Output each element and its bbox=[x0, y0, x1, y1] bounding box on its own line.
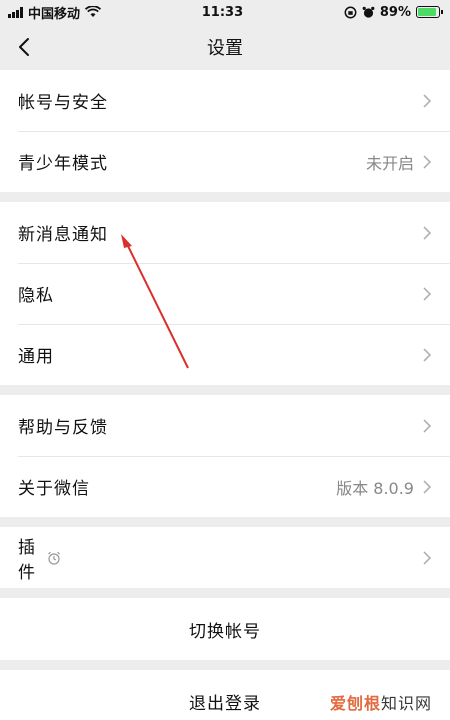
battery-fill bbox=[418, 8, 436, 16]
row-label: 帮助与反馈 bbox=[18, 418, 108, 438]
watermark-rest: 知识网 bbox=[380, 694, 432, 713]
row-account-security[interactable]: 帐号与安全 bbox=[0, 70, 450, 131]
row-notifications[interactable]: 新消息通知 bbox=[0, 202, 450, 263]
status-bar: 中国移动 11:33 89% bbox=[0, 0, 450, 24]
account-group: 帐号与安全 青少年模式 未开启 bbox=[0, 70, 450, 192]
row-label: 通用 bbox=[18, 347, 54, 367]
about-group: 帮助与反馈 关于微信 版本 8.0.9 bbox=[0, 395, 450, 517]
row-label: 插件 bbox=[18, 537, 36, 583]
back-icon[interactable] bbox=[14, 34, 36, 60]
row-label: 新消息通知 bbox=[18, 225, 108, 245]
rotation-lock-icon bbox=[344, 6, 357, 18]
page-title: 设置 bbox=[207, 38, 243, 59]
version-label: 版本 8.0.9 bbox=[336, 478, 414, 498]
row-privacy[interactable]: 隐私 bbox=[0, 263, 450, 324]
battery-percent: 89% bbox=[379, 4, 411, 20]
row-general[interactable]: 通用 bbox=[0, 324, 450, 385]
chevron-right-icon bbox=[423, 225, 432, 240]
row-teen-mode[interactable]: 青少年模式 未开启 bbox=[0, 131, 450, 192]
settings-screen: 中国移动 11:33 89% 设置 帐号与安全 青少年模式 未开启 新消息通知 … bbox=[0, 0, 450, 720]
row-label: 关于微信 bbox=[18, 479, 90, 499]
chevron-right-icon bbox=[423, 286, 432, 301]
row-about-wechat[interactable]: 关于微信 版本 8.0.9 bbox=[0, 456, 450, 517]
watermark-logo: 爱刨根知识网 bbox=[330, 690, 432, 714]
nav-bar: 设置 bbox=[0, 24, 450, 70]
status-right: 89% bbox=[344, 4, 443, 20]
row-label: 隐私 bbox=[18, 286, 54, 306]
watermark-brand: 爱刨根 bbox=[329, 694, 381, 713]
chevron-right-icon bbox=[423, 550, 432, 565]
chevron-right-icon bbox=[423, 479, 432, 494]
general-group: 新消息通知 隐私 通用 bbox=[0, 202, 450, 385]
plugins-group: 插件 bbox=[0, 527, 450, 588]
row-label: 青少年模式 bbox=[18, 154, 108, 174]
chevron-right-icon bbox=[423, 347, 432, 362]
battery-icon bbox=[416, 6, 443, 18]
row-plugins[interactable]: 插件 bbox=[0, 527, 450, 588]
status-left: 中国移动 bbox=[8, 3, 102, 22]
clock: 11:33 bbox=[201, 4, 244, 20]
chevron-right-icon bbox=[423, 418, 432, 433]
signal-icon bbox=[8, 6, 23, 18]
chevron-right-icon bbox=[423, 154, 432, 169]
row-value: 未开启 bbox=[365, 153, 414, 173]
wifi-icon bbox=[85, 6, 102, 17]
carrier-label: 中国移动 bbox=[28, 6, 81, 22]
alarm-icon bbox=[362, 6, 375, 18]
row-label-wrap: 插件 bbox=[18, 533, 422, 583]
row-label: 帐号与安全 bbox=[18, 93, 108, 113]
chevron-right-icon bbox=[423, 93, 432, 108]
alarm-clock-icon bbox=[48, 551, 60, 565]
switch-account-group: 切换帐号 bbox=[0, 598, 450, 660]
row-help-feedback[interactable]: 帮助与反馈 bbox=[0, 395, 450, 456]
switch-account-button[interactable]: 切换帐号 bbox=[0, 598, 450, 660]
